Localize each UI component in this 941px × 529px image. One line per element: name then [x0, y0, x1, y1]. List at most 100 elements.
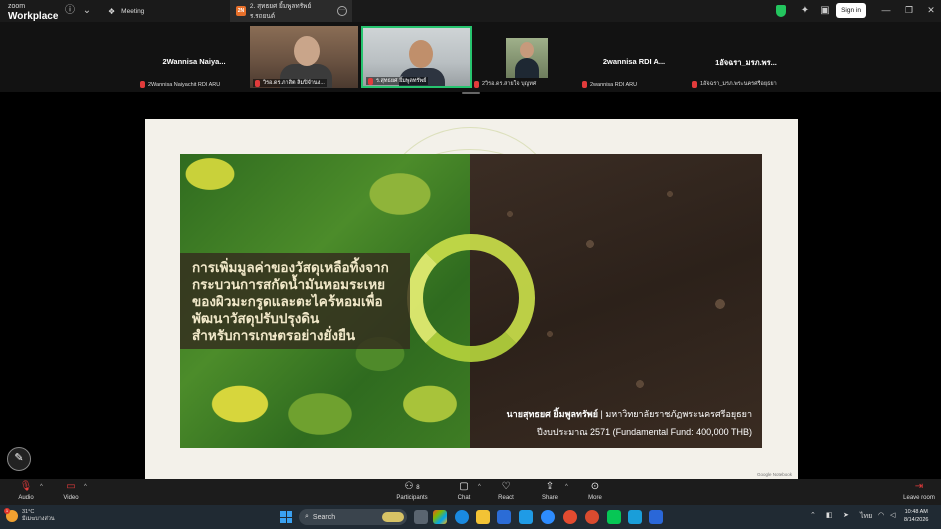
effects-icon[interactable]: ✦ — [798, 4, 812, 18]
mic-off-icon — [582, 81, 587, 88]
volume-icon[interactable]: ◁ — [890, 511, 895, 519]
chrome-profile-icon[interactable] — [585, 510, 599, 524]
participant-name: 2Wannisa Naiya... — [162, 57, 226, 66]
system-clock[interactable]: 10:48 AM 8/14/2026 — [904, 508, 928, 524]
more-button[interactable]: ⊙ More — [575, 480, 615, 504]
leave-room-button[interactable]: ⇥ Leave room — [899, 480, 939, 504]
mic-off-icon — [368, 77, 373, 85]
logo-line-1: zoom — [8, 3, 26, 10]
participant-photo — [506, 38, 548, 78]
video-label: Video — [63, 495, 79, 501]
participant-tile[interactable]: 2wannisa RDI A... 2wannisa RDI ARU — [582, 26, 686, 90]
meeting-toolbar: 🎙 Audio ^ ▭ Video ^ ⚇ 8 Participants ▢ C… — [0, 479, 941, 505]
person-face — [520, 42, 534, 58]
zoom-logo: zoom Workplace — [8, 2, 58, 22]
zoom-app-icon[interactable] — [541, 510, 555, 524]
participant-tile[interactable]: 1อัจฉรา_มรภ.พร... 1อัจฉรา_มรภ.พระนครศรีอ… — [692, 26, 800, 90]
tray-overflow-icon[interactable]: ⌃ — [810, 511, 816, 519]
leave-icon: ⇥ — [914, 481, 924, 492]
participant-video-tile-active-speaker[interactable]: ร.สุทธยศ ยิ้มพูลทรัพย์ — [361, 26, 472, 88]
logo-line-2: Workplace — [8, 11, 59, 22]
chat-caret-icon[interactable]: ^ — [478, 484, 481, 490]
presenter-credit: นายสุทธยศ ยิ้มพูลทรัพย์ | มหาวิทยาลัยราช… — [507, 407, 753, 421]
participant-tile[interactable]: 2Wannisa Naiya... 2Wannisa Naiyachit RDI… — [140, 26, 248, 90]
zoom-workplace-icon[interactable] — [649, 510, 663, 524]
slide-title-line: กระบวนการสกัดน้ำมันหอมระเหย — [192, 277, 386, 292]
telegram-icon[interactable] — [628, 510, 642, 524]
search-placeholder: Search — [312, 513, 336, 521]
participant-name: 1อัจฉรา_มรภ.พร... — [715, 58, 777, 67]
participants-count: 8 — [416, 485, 420, 491]
react-label: React — [498, 495, 514, 501]
slide-photo: การเพิ่มมูลค่าของวัสดุเหลือทิ้งจาก กระบว… — [180, 154, 762, 448]
chrome-icon[interactable] — [563, 510, 577, 524]
more-icon[interactable]: ··· — [337, 6, 347, 16]
mic-off-icon — [255, 79, 260, 87]
annotate-pencil-icon[interactable]: ✎ — [7, 447, 31, 471]
tab-active-meeting[interactable]: 2N 2. สุทธยศ ยิ้มพูลทรัพย์ ร.รถยนต์ ··· — [230, 0, 352, 22]
share-button[interactable]: ⇪ Share — [530, 480, 570, 504]
task-view-icon[interactable] — [414, 510, 428, 524]
participants-button[interactable]: ⚇ 8 Participants — [390, 480, 434, 504]
restore-icon[interactable]: ❐ — [903, 4, 915, 16]
copilot-icon[interactable] — [433, 510, 447, 524]
participant-label: 1อัจฉรา_มรภ.พระนครศรีอยุธยา — [692, 80, 777, 88]
participant-label: 2วิรอ.ดร.สายใจ บุญทศ — [474, 80, 536, 88]
resize-handle[interactable] — [462, 92, 480, 94]
tab-meeting[interactable]: ❖ Meeting — [104, 0, 228, 22]
shield-icon[interactable] — [776, 5, 786, 17]
slide-title-line: ของผิวมะกรูดและตะไคร้หอมเพื่อ — [192, 294, 383, 309]
mic-off-icon — [692, 80, 697, 88]
weather-desc: มีเมฆบางส่วน — [22, 516, 55, 522]
share-screen-icon: ⇪ — [545, 481, 555, 492]
person-figure — [515, 58, 539, 78]
sign-in-button[interactable]: Sign in — [836, 3, 866, 18]
weather-widget[interactable]: 1 31°C มีเมฆบางส่วน — [4, 508, 55, 523]
participant-video-tile[interactable]: วิรอ.ดร.ภาสิต ลิมปิจำนง... — [250, 26, 358, 88]
tab-active-label: 2. สุทธยศ ยิ้มพูลทรัพย์ ร.รถยนต์ — [249, 3, 312, 20]
chat-label: Chat — [457, 495, 471, 501]
react-button[interactable]: ♡ React — [486, 480, 526, 504]
minimize-icon[interactable]: — — [880, 4, 892, 16]
title-bar: zoom Workplace ⓘ ⌄ ❖ Meeting 2N 2. สุทธย… — [0, 0, 941, 22]
taskbar-search[interactable]: ⌕ Search — [299, 509, 407, 525]
share-caret-icon[interactable]: ^ — [565, 484, 568, 490]
slide-title-line: พัฒนาวัสดุปรับปรุงดิน — [192, 311, 320, 326]
heart-icon: ♡ — [501, 481, 511, 492]
calendar-icon[interactable]: ▣ — [818, 4, 832, 18]
info-icon[interactable]: ⓘ — [63, 4, 77, 18]
presenter-affiliation: | มหาวิทยาลัยราชภัฏพระนครศรีอยุธยา — [598, 409, 752, 419]
tray-app-icon[interactable]: ◧ — [826, 511, 833, 519]
start-menu-icon[interactable] — [280, 511, 292, 523]
edge-icon[interactable] — [455, 510, 469, 524]
people-icon: ⚇ 8 — [404, 481, 420, 492]
shared-screen: การเพิ่มมูลค่าของวัสดุเหลือทิ้งจาก กระบว… — [0, 96, 941, 479]
store-icon[interactable] — [497, 510, 511, 524]
search-icon: ⌕ — [305, 513, 309, 520]
audio-caret-icon[interactable]: ^ — [40, 484, 43, 490]
search-highlight-icon — [382, 512, 404, 522]
presentation-slide: การเพิ่มมูลค่าของวัสดุเหลือทิ้งจาก กระบว… — [145, 119, 798, 479]
close-icon[interactable]: ✕ — [925, 4, 937, 16]
weather-badge: 1 — [4, 508, 10, 514]
slide-title-line: การเพิ่มมูลค่าของวัสดุเหลือทิ้งจาก — [192, 260, 389, 275]
line-app-icon[interactable] — [607, 510, 621, 524]
chevron-down-icon[interactable]: ⌄ — [80, 4, 94, 18]
video-caret-icon[interactable]: ^ — [84, 484, 87, 490]
participant-label: 2Wannisa Naiyachit RDI ARU — [140, 81, 220, 88]
language-indicator[interactable]: ไทย — [860, 511, 872, 522]
audio-label: Audio — [18, 495, 34, 501]
participant-strip: 2Wannisa Naiya... 2Wannisa Naiyachit RDI… — [0, 22, 941, 92]
send-icon[interactable]: ➤ — [843, 511, 849, 519]
tab-meeting-label: Meeting — [121, 7, 145, 15]
person-face — [294, 36, 320, 66]
slide-watermark: Google Notebook — [756, 472, 792, 477]
app-icon[interactable] — [519, 510, 533, 524]
wifi-icon[interactable]: ◠ — [878, 511, 884, 519]
more-icon: ⊙ — [590, 481, 600, 492]
slide-title-box: การเพิ่มมูลค่าของวัสดุเหลือทิ้งจาก กระบว… — [180, 253, 410, 349]
file-explorer-icon[interactable] — [476, 510, 490, 524]
participant-tile[interactable]: 2วิรอ.ดร.สายใจ บุญทศ — [474, 26, 578, 90]
mic-off-icon — [474, 80, 479, 88]
mic-off-icon — [140, 81, 145, 88]
